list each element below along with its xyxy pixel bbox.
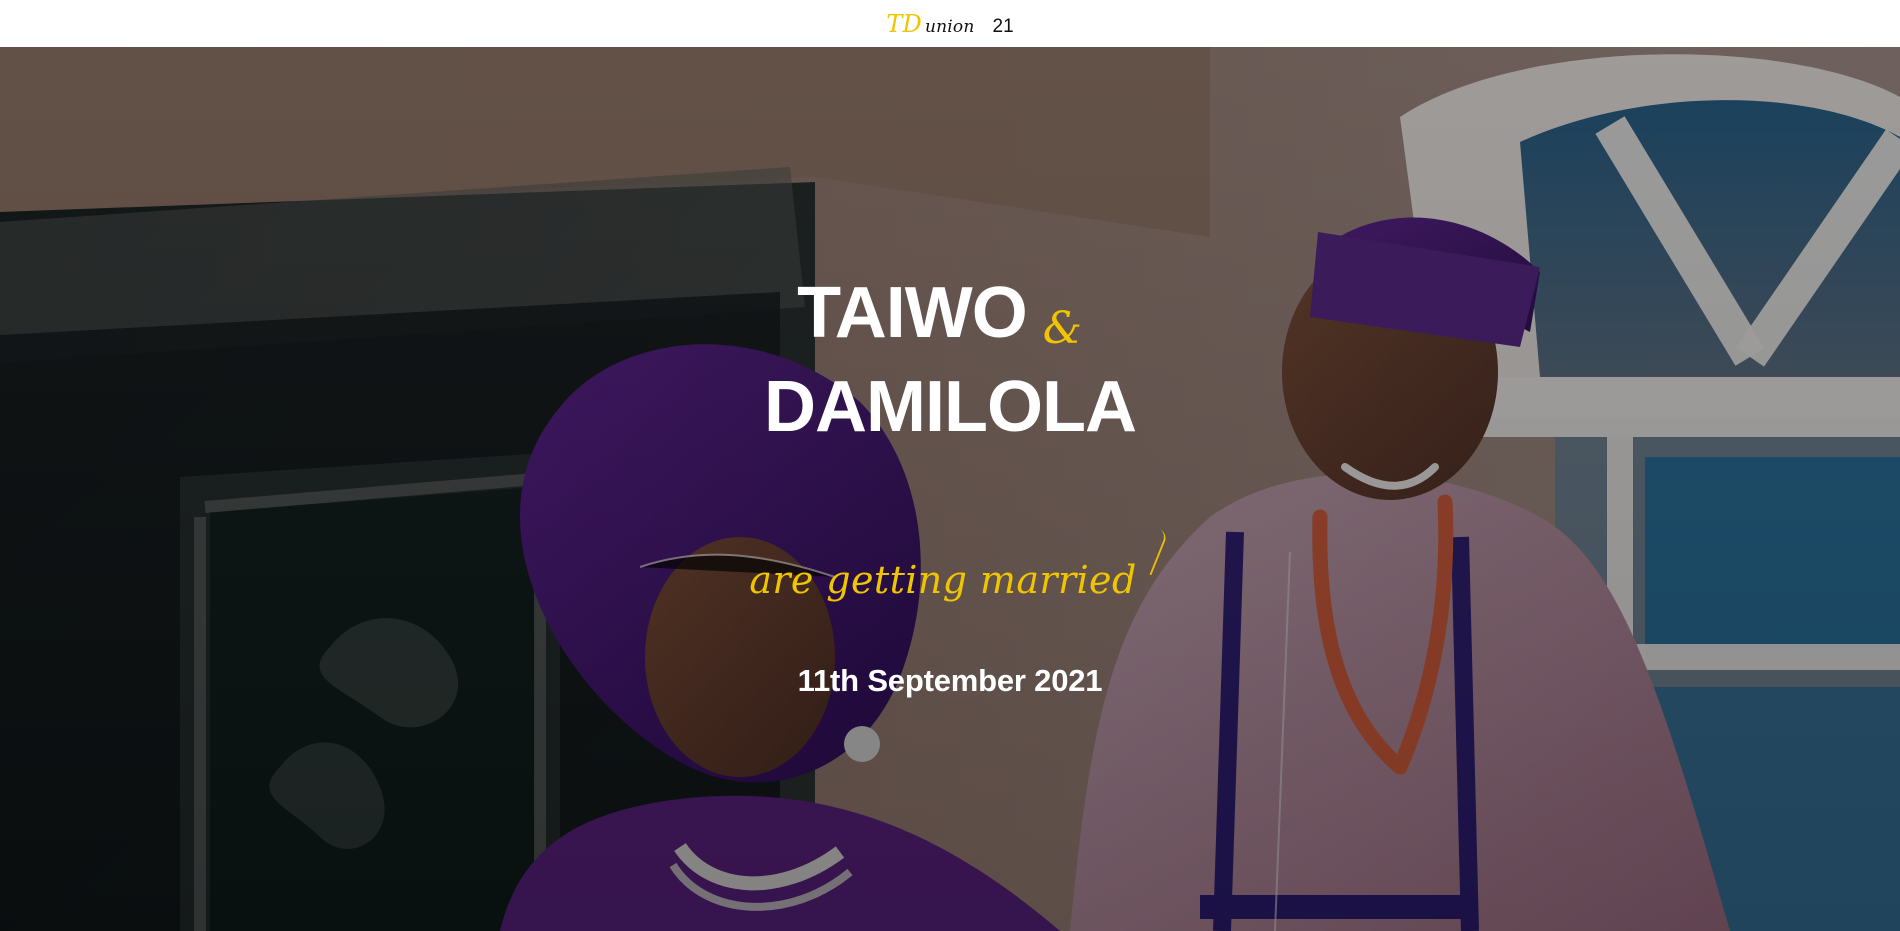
wedding-date: 11th September 2021 (797, 663, 1103, 698)
wedding-tagline: are getting married (0, 547, 1900, 599)
logo-initials: TD (886, 9, 922, 38)
ampersand-text: & (1042, 303, 1082, 354)
second-name: DAMILOLA (764, 367, 1137, 447)
brand-lockup[interactable]: TD union 21 (886, 12, 1013, 36)
couple-names: TAIWO & DAMILOLA (0, 277, 1900, 443)
top-bar: TD union 21 (0, 0, 1900, 47)
hero-banner: TAIWO & DAMILOLA are getting married 11th… (0, 47, 1900, 931)
year-suffix: 21 (992, 15, 1014, 37)
hero-content: TAIWO & DAMILOLA are getting married 11th… (0, 47, 1900, 931)
first-name: TAIWO (797, 273, 1028, 353)
first-name-line: TAIWO & (0, 277, 1900, 351)
logo-suffix: union (924, 16, 975, 37)
wedding-logo[interactable]: TD union (886, 12, 974, 36)
